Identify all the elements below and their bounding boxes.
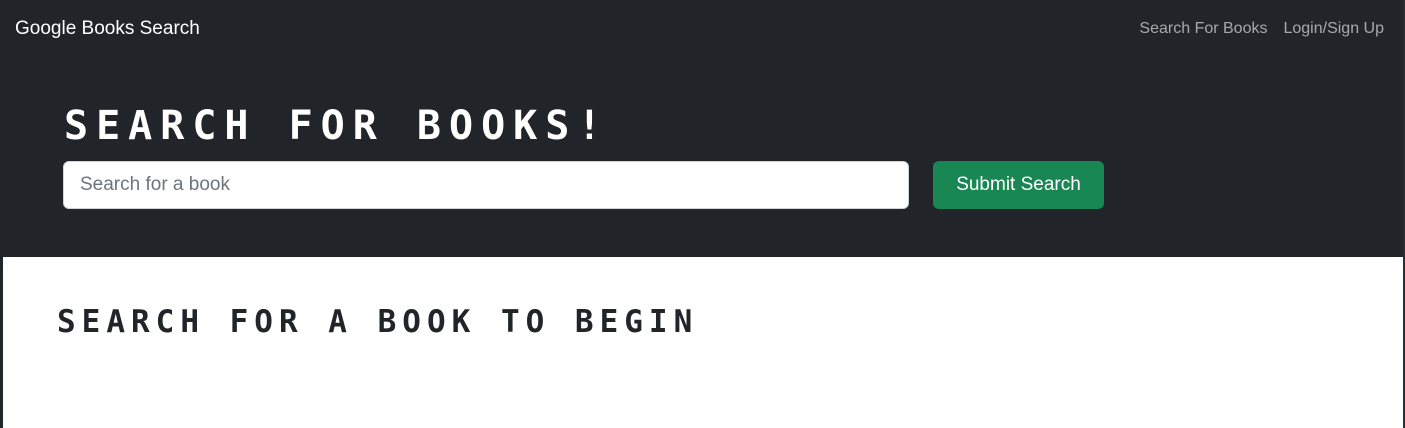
nav-links: Search For Books Login/Sign Up: [1139, 19, 1384, 39]
nav-link-search-for-books[interactable]: Search For Books: [1139, 19, 1267, 39]
brand-link[interactable]: Google Books Search: [15, 17, 200, 41]
results-heading: SEARCH FOR A BOOK TO BEGIN: [57, 304, 699, 340]
page-title: SEARCH FOR BOOKS!: [64, 103, 610, 149]
submit-search-button[interactable]: Submit Search: [933, 161, 1104, 209]
window-edge-left: [0, 0, 3, 428]
navbar: Google Books Search Search For Books Log…: [0, 0, 1405, 58]
nav-link-login-signup[interactable]: Login/Sign Up: [1283, 19, 1384, 39]
hero-section: SEARCH FOR BOOKS! Submit Search: [0, 58, 1405, 257]
search-input[interactable]: [63, 161, 909, 209]
